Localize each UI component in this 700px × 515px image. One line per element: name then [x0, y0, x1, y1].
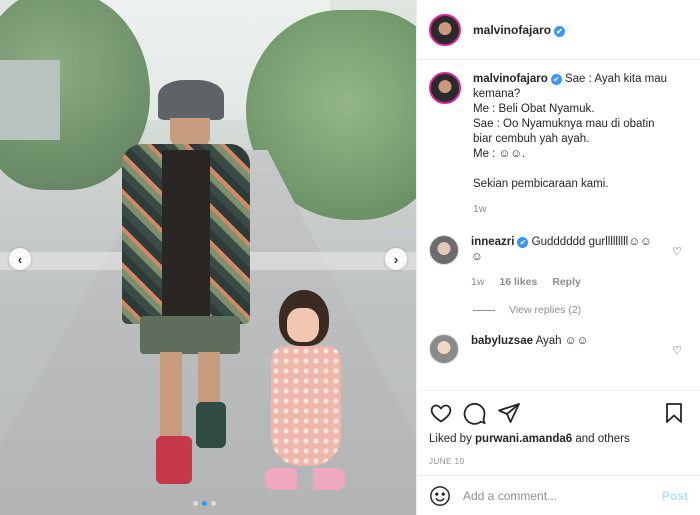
caption-text-line: kemana? [473, 88, 521, 100]
emoji-icon[interactable] [429, 485, 451, 507]
carousel-dot-active [202, 501, 207, 506]
comment-like-heart-icon[interactable]: ♡ [672, 344, 682, 357]
carousel-dot [193, 501, 198, 506]
carousel-prev-button[interactable]: ‹ [9, 248, 31, 270]
bookmark-icon[interactable] [662, 401, 686, 425]
post-sidebar: malvinofajaro ✔ malvinofajaro ✔ Sae : Ayah… [416, 0, 700, 515]
comment-text: Ayah ☺☺ [535, 335, 589, 347]
carousel-dots [193, 501, 216, 506]
caption-text-line: Sae : Oo Nyamuknya mau di obatin [473, 118, 655, 130]
comment-item: inneazri ✔ Gudddddd gurlllllllll☺☺ ☺ 1w 1… [429, 235, 686, 290]
post-date[interactable]: JUNE 10 [429, 457, 686, 466]
comment-composer: Post [417, 475, 700, 515]
comment-input[interactable] [463, 488, 662, 503]
caption-meta: 1w [473, 202, 686, 217]
caption-text-line: biar cembuh yah ayah. [473, 133, 590, 145]
comment-text: Gudddddd gurlllllllll☺☺ [531, 236, 652, 248]
caption: malvinofajaro ✔ Sae : Ayah kita mau keman… [429, 72, 686, 217]
comment-username[interactable]: inneazri [471, 236, 514, 248]
comment-reply-button[interactable]: Reply [552, 276, 581, 288]
comment-username[interactable]: babyluzsae [471, 335, 533, 347]
caption-avatar[interactable] [429, 72, 461, 104]
caption-text-line: Sae : Ayah kita mau [564, 73, 668, 85]
comment-like-heart-icon[interactable]: ♡ [672, 245, 682, 258]
view-replies-button[interactable]: View replies (2) [473, 304, 686, 316]
carousel-next-button[interactable]: › [385, 248, 407, 270]
comment-avatar[interactable] [429, 334, 459, 364]
comment-item: babyluzsae Ayah ☺☺ ♡ [429, 334, 686, 364]
caption-text-line: Me : ☺☺. [473, 148, 526, 160]
author-username[interactable]: malvinofajaro ✔ [473, 23, 566, 37]
verified-badge-icon: ✔ [550, 74, 562, 85]
share-icon[interactable] [497, 401, 521, 425]
photo-girl [265, 290, 350, 500]
view-replies-label: View replies (2) [509, 304, 582, 316]
view-replies-line [473, 309, 495, 311]
comment-avatar[interactable] [429, 235, 459, 265]
comment-meta: 1w 16 likes Reply [471, 275, 686, 290]
caption-text-line: Sekian pembicaraan kami. [473, 178, 609, 190]
author-avatar[interactable] [429, 13, 461, 46]
post-comment-button[interactable]: Post [662, 489, 688, 503]
post-header: malvinofajaro ✔ [417, 0, 700, 60]
comment-text: ☺ [471, 251, 483, 263]
verified-badge-icon: ✔ [554, 25, 566, 37]
comment-age[interactable]: 1w [471, 276, 484, 288]
photo-house [0, 60, 60, 140]
comment-icon[interactable] [463, 401, 487, 425]
heart-icon[interactable] [429, 401, 453, 425]
caption-text-line: Me : Beli Obat Nyamuk. [473, 103, 595, 115]
photo-man [110, 80, 260, 500]
carousel-dot [211, 501, 216, 506]
liked-by: Liked by purwani.amanda6 and others [429, 433, 630, 445]
liked-by-username[interactable]: purwani.amanda6 [475, 433, 572, 445]
post-actions: Liked by purwani.amanda6 and others JUNE… [417, 390, 700, 466]
comments-list[interactable]: malvinofajaro ✔ Sae : Ayah kita mau keman… [417, 60, 700, 390]
verified-badge-icon: ✔ [517, 237, 529, 248]
caption-username[interactable]: malvinofajaro [473, 73, 548, 85]
caption-age[interactable]: 1w [473, 203, 486, 215]
comment-likes[interactable]: 16 likes [499, 276, 537, 288]
post-photo[interactable]: ‹ › [0, 0, 416, 515]
